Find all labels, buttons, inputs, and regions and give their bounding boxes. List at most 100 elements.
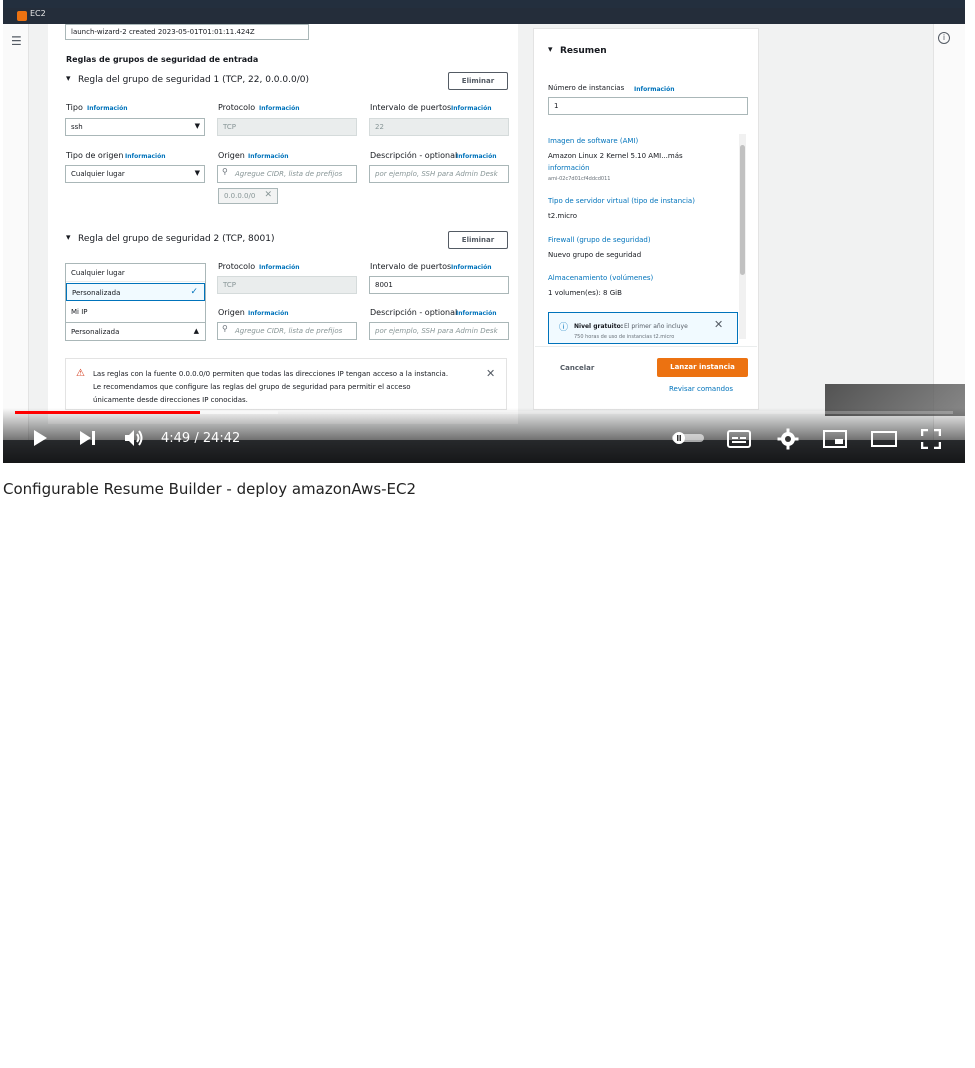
- rule1-type-label: Tipo: [66, 103, 83, 112]
- rule2-protocol-field: TCP: [217, 276, 357, 294]
- subtitles-icon[interactable]: [727, 430, 751, 448]
- rule1-description-info-link[interactable]: Información: [456, 153, 497, 160]
- rule1-source-type-label: Tipo de origen: [66, 151, 124, 160]
- free-tier-text-2: 750 horas de uso de instancias t2.micro: [574, 334, 675, 340]
- rule2-source-label: Origen: [218, 308, 245, 317]
- close-icon[interactable]: ✕: [714, 318, 723, 331]
- rule2-collapse-toggle[interactable]: ▾: [66, 233, 71, 243]
- ami-more-link[interactable]: información: [548, 164, 590, 172]
- menu-icon[interactable]: ☰: [11, 34, 22, 48]
- autoplay-toggle-icon[interactable]: [671, 431, 705, 445]
- rule2-title: Regla del grupo de seguridad 2 (TCP, 800…: [78, 234, 275, 244]
- rule2-source-info-link[interactable]: Información: [248, 310, 289, 317]
- rule1-source-type-info-link[interactable]: Información: [125, 153, 166, 160]
- ami-link[interactable]: Imagen de software (AMI): [548, 137, 638, 145]
- ec2-service-icon: [17, 11, 27, 21]
- fullscreen-icon[interactable]: [921, 429, 941, 449]
- rule1-source-info-link[interactable]: Información: [248, 153, 289, 160]
- warning-line-2: Le recomendamos que configure las reglas…: [93, 383, 411, 391]
- browser-topbar: [3, 0, 965, 8]
- rule1-source-type-value: Cualquier lugar: [71, 170, 125, 178]
- rule2-port-label: Intervalo de puertos: [370, 262, 452, 271]
- player-controls-shade: [3, 408, 965, 463]
- rule1-type-info-link[interactable]: Información: [87, 105, 128, 112]
- miniplayer-icon[interactable]: [823, 430, 847, 448]
- rule1-protocol-field: TCP: [217, 118, 357, 136]
- ami-id: ami-02c7d01cf4ddcd011: [548, 176, 611, 182]
- rule1-source-label: Origen: [218, 151, 245, 160]
- rule2-description-input[interactable]: por ejemplo, SSH para Admin Desk: [369, 322, 509, 340]
- rule1-source-input[interactable]: Agregue CIDR, lista de prefijos: [217, 165, 357, 183]
- instances-input[interactable]: 1: [548, 97, 748, 115]
- time-total: 24:42: [202, 431, 241, 446]
- checkmark-icon: ✓: [190, 287, 198, 297]
- chevron-down-icon: ▼: [194, 122, 200, 130]
- rule1-source-type-select[interactable]: Cualquier lugar ▼: [65, 165, 205, 183]
- volume-icon[interactable]: [124, 429, 146, 447]
- rule1-remove-button[interactable]: Eliminar: [448, 72, 508, 90]
- right-help-rail: [933, 24, 965, 440]
- rule1-description-input[interactable]: por ejemplo, SSH para Admin Desk: [369, 165, 509, 183]
- dropdown-option-anywhere[interactable]: Cualquier lugar: [66, 264, 205, 282]
- dropdown-option-custom-label: Personalizada: [72, 289, 121, 297]
- time-separator: /: [190, 431, 203, 446]
- warning-line-1: Las reglas con la fuente 0.0.0.0/0 permi…: [93, 370, 449, 378]
- security-group-description-field[interactable]: launch-wizard-2 created 2023-05-01T01:01…: [65, 24, 309, 40]
- rule1-type-value: ssh: [71, 123, 83, 131]
- rule1-port-field: 22: [369, 118, 509, 136]
- theater-icon[interactable]: [871, 430, 897, 448]
- left-nav-rail: [3, 24, 29, 440]
- review-commands-link[interactable]: Revisar comandos: [669, 385, 733, 393]
- ec2-tab-label[interactable]: EC2: [30, 9, 46, 18]
- cancel-button[interactable]: Cancelar: [560, 364, 594, 372]
- rule1-protocol-info-link[interactable]: Información: [259, 105, 300, 112]
- free-tier-title: Nivel gratuito:: [574, 323, 624, 330]
- time-current: 4:49: [161, 431, 191, 446]
- rule2-description-info-link[interactable]: Información: [456, 310, 497, 317]
- rule1-source-token[interactable]: 0.0.0.0/0 ✕: [218, 188, 278, 204]
- storage-value: 1 volumen(es): 8 GiB: [548, 289, 622, 297]
- rule2-protocol-info-link[interactable]: Información: [259, 264, 300, 271]
- info-circle-icon: ⓘ: [559, 323, 569, 333]
- rule1-protocol-label: Protocolo: [218, 103, 256, 112]
- settings-icon[interactable]: [777, 428, 799, 450]
- launch-instance-button[interactable]: Lanzar instancia: [657, 358, 748, 377]
- search-icon: ⚲: [222, 167, 228, 176]
- firewall-link[interactable]: Firewall (grupo de seguridad): [548, 236, 651, 244]
- progress-played[interactable]: [15, 411, 200, 414]
- rule2-remove-button[interactable]: Eliminar: [448, 231, 508, 249]
- rule2-source-type-value: Personalizada: [71, 328, 120, 336]
- rule1-port-info-link[interactable]: Información: [451, 105, 492, 112]
- rule1-type-select[interactable]: ssh ▼: [65, 118, 205, 136]
- close-icon[interactable]: ✕: [486, 367, 495, 380]
- dropdown-option-my-ip[interactable]: Mi IP: [66, 303, 205, 321]
- chevron-up-icon: ▲: [193, 327, 199, 335]
- summary-title: Resumen: [560, 46, 607, 56]
- free-tier-text: El primer año incluye: [624, 323, 688, 330]
- next-icon[interactable]: [79, 430, 97, 446]
- instance-type-link[interactable]: Tipo de servidor virtual (tipo de instan…: [548, 197, 695, 205]
- info-icon[interactable]: i: [938, 32, 950, 44]
- rule2-source-type-select[interactable]: Personalizada ▲: [66, 322, 205, 340]
- instances-info-link[interactable]: Información: [634, 86, 675, 93]
- rule1-collapse-toggle[interactable]: ▾: [66, 74, 71, 84]
- summary-collapse-toggle[interactable]: ▾: [548, 45, 553, 55]
- time-display: 4:49 / 24:42: [161, 431, 240, 446]
- rule2-source-type-dropdown[interactable]: Cualquier lugar Personalizada ✓ Mi IP Per…: [65, 263, 206, 341]
- rule2-port-info-link[interactable]: Información: [451, 264, 492, 271]
- storage-link[interactable]: Almacenamiento (volúmenes): [548, 274, 653, 282]
- console-tabstrip: [3, 8, 965, 24]
- video-title[interactable]: Configurable Resume Builder - deploy ama…: [3, 480, 416, 498]
- close-icon[interactable]: ✕: [264, 190, 272, 200]
- instance-type-value: t2.micro: [548, 212, 578, 220]
- play-icon[interactable]: [31, 429, 49, 447]
- rule2-port-input[interactable]: 8001: [369, 276, 509, 294]
- summary-scrollbar-thumb[interactable]: [740, 145, 745, 275]
- rule2-source-input[interactable]: Agregue CIDR, lista de prefijos: [217, 322, 357, 340]
- rule1-port-label: Intervalo de puertos: [370, 103, 452, 112]
- video-player[interactable]: EC2 ☰ i launch-wizard-2 created 2023-05-…: [3, 0, 965, 463]
- summary-divider: [535, 346, 757, 347]
- dropdown-option-custom[interactable]: Personalizada ✓: [66, 283, 205, 301]
- search-icon: ⚲: [222, 324, 228, 333]
- rule1-title: Regla del grupo de seguridad 1 (TCP, 22,…: [78, 75, 309, 85]
